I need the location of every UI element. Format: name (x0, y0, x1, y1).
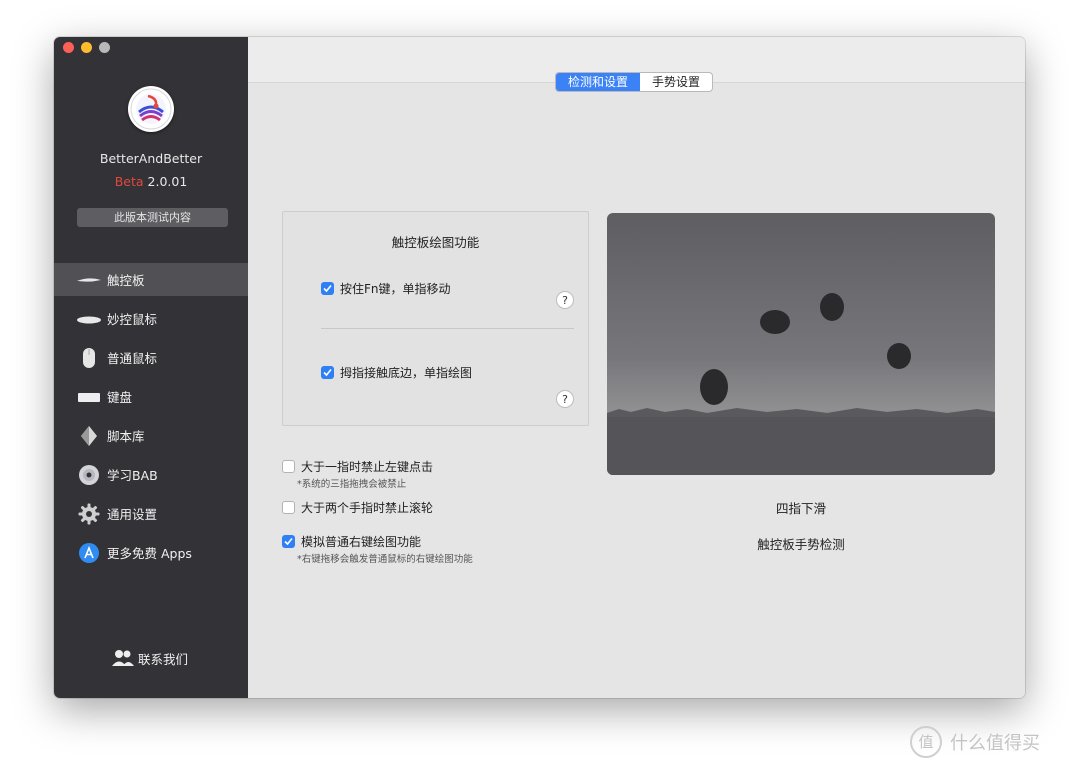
close-window-button[interactable] (63, 42, 74, 53)
fn-move-checkbox[interactable] (321, 282, 334, 295)
disable-left-click-note: *系统的三指拖拽会被禁止 (297, 479, 407, 490)
tab-detect-settings[interactable]: 检测和设置 (556, 73, 641, 91)
app-store-icon (76, 542, 102, 564)
app-name: BetterAndBetter (99, 151, 203, 166)
app-version: Beta 2.0.01 (54, 174, 248, 189)
contact-label: 联系我们 (138, 651, 189, 667)
disable-scroll-checkbox[interactable] (282, 501, 295, 514)
finger-point (887, 343, 911, 369)
zoom-window-button[interactable] (99, 42, 110, 53)
sidebar-item-label: 更多免费 Apps (107, 546, 192, 561)
watermark-text: 什么值得买 (950, 733, 1040, 754)
watermark-logo: 值 (910, 726, 942, 758)
sidebar-item-label: 通用设置 (107, 507, 158, 522)
thumb-draw-option[interactable]: 拇指接触底边，单指绘图 (321, 364, 472, 381)
minimize-window-button[interactable] (81, 42, 92, 53)
contact-us-button[interactable]: 联系我们 (110, 647, 188, 669)
mouse-icon (76, 347, 102, 369)
app-logo-icon (128, 86, 174, 132)
finger-point (820, 293, 844, 321)
people-icon (110, 647, 136, 669)
disable-scroll-row[interactable]: 大于两个手指时禁止滚轮 (282, 499, 433, 516)
finger-point (700, 369, 728, 405)
simulate-right-drawing-note: *右键拖移会触发普通鼠标的右键绘图功能 (297, 554, 473, 565)
simulate-right-drawing-option: 模拟普通右键绘图功能 *右键拖移会触发普通鼠标的右键绘图功能 (282, 533, 473, 565)
trackpad-preview (607, 213, 995, 475)
gesture-name: 四指下滑 (775, 501, 826, 516)
sidebar-item-trackpad[interactable]: 触控板 (54, 263, 248, 296)
gear-icon (76, 503, 102, 525)
fn-move-option[interactable]: 按住Fn键，单指移动 (321, 280, 451, 297)
simulate-right-drawing-row[interactable]: 模拟普通右键绘图功能 (282, 533, 473, 550)
sidebar: BetterAndBetter Beta 2.0.01 此版本测试内容 触控板 妙… (54, 37, 248, 698)
main-content: 检测和设置 手势设置 触控板绘图功能 按住Fn键，单指移动 ? 拇指接触底边，单… (248, 37, 1025, 698)
app-window: BetterAndBetter Beta 2.0.01 此版本测试内容 触控板 妙… (54, 37, 1025, 698)
fn-move-label: 按住Fn键，单指移动 (340, 282, 451, 296)
sidebar-item-label: 妙控鼠标 (107, 312, 158, 327)
magic-mouse-icon (76, 308, 102, 330)
finger-point (760, 310, 790, 334)
disable-left-click-checkbox[interactable] (282, 460, 295, 473)
sidebar-item-label: 键盘 (107, 390, 133, 405)
thumb-draw-checkbox[interactable] (321, 366, 334, 379)
sidebar-item-label: 学习BAB (107, 468, 158, 483)
disable-left-click-row[interactable]: 大于一指时禁止左键点击 (282, 458, 433, 475)
tab-bar: 检测和设置 手势设置 (555, 72, 714, 92)
disable-scroll-option: 大于两个手指时禁止滚轮 (282, 499, 433, 516)
disable-scroll-label: 大于两个手指时禁止滚轮 (301, 501, 434, 515)
sidebar-item-settings[interactable]: 通用设置 (54, 497, 248, 530)
sidebar-item-label: 脚本库 (107, 429, 145, 444)
disable-left-click-label: 大于一指时禁止左键点击 (301, 460, 434, 474)
beta-label: Beta (114, 174, 144, 189)
simulate-right-drawing-checkbox[interactable] (282, 535, 295, 548)
trackpad-icon (76, 269, 102, 291)
dvd-icon (76, 464, 102, 486)
thumb-draw-help-button[interactable]: ? (556, 390, 574, 408)
watermark: 值 什么值得买 (910, 726, 1040, 758)
disable-left-click-option: 大于一指时禁止左键点击 *系统的三指拖拽会被禁止 (282, 458, 433, 490)
drawing-panel: 触控板绘图功能 按住Fn键，单指移动 ? 拇指接触底边，单指绘图 ? (282, 211, 589, 426)
panel-divider (321, 328, 574, 329)
trial-content-button[interactable]: 此版本测试内容 (77, 208, 228, 227)
version-number: 2.0.01 (147, 174, 188, 189)
drawing-panel-title: 触控板绘图功能 (391, 235, 480, 250)
tab-gesture-settings[interactable]: 手势设置 (640, 73, 712, 91)
fn-move-help-button[interactable]: ? (556, 291, 574, 309)
sidebar-item-magic-mouse[interactable]: 妙控鼠标 (54, 302, 248, 335)
sidebar-item-mouse[interactable]: 普通鼠标 (54, 341, 248, 374)
sidebar-item-label: 触控板 (107, 273, 145, 288)
script-icon (76, 425, 102, 447)
window-controls (63, 42, 110, 53)
sidebar-nav: 触控板 妙控鼠标 普通鼠标 键盘 脚本库 学习BAB 通用设置 更多免费 App… (54, 263, 248, 575)
keyboard-icon (76, 386, 102, 408)
sidebar-item-more-apps[interactable]: 更多免费 Apps (54, 536, 248, 569)
sidebar-item-learn[interactable]: 学习BAB (54, 458, 248, 491)
sidebar-item-keyboard[interactable]: 键盘 (54, 380, 248, 413)
simulate-right-drawing-label: 模拟普通右键绘图功能 (301, 535, 422, 549)
sidebar-item-label: 普通鼠标 (107, 351, 158, 366)
thumb-draw-label: 拇指接触底边，单指绘图 (340, 366, 473, 380)
gesture-detect-label: 触控板手势检测 (757, 537, 845, 552)
sidebar-item-scripts[interactable]: 脚本库 (54, 419, 248, 452)
